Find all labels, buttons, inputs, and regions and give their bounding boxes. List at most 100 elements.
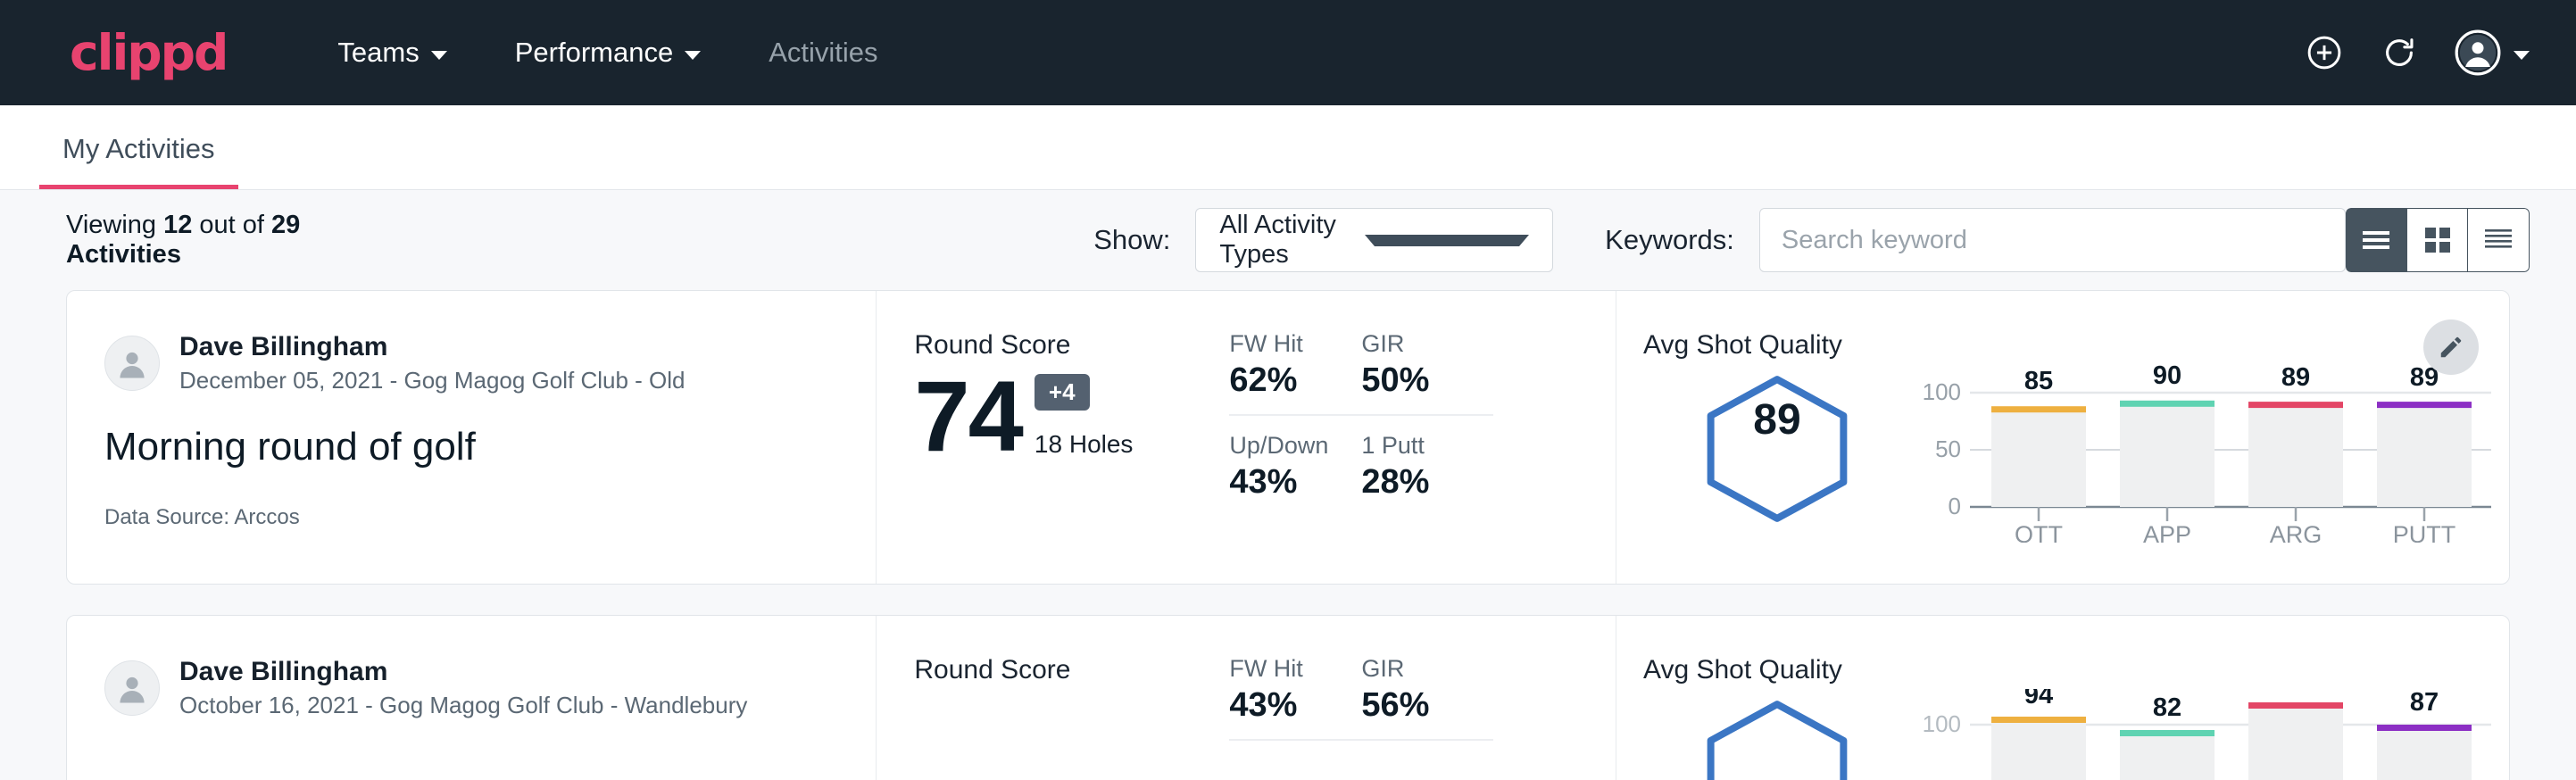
- activity-meta: October 16, 2021 - Gog Magog Golf Club -…: [179, 689, 747, 721]
- svg-text:90: 90: [2153, 364, 2181, 390]
- stat-one-putt-label: 1 Putt: [1361, 432, 1472, 460]
- ytick-100: 100: [1923, 378, 1961, 405]
- list-view-icon: [2361, 228, 2391, 252]
- round-score-column: Round Score: [877, 616, 1220, 780]
- view-mode-compact-button[interactable]: [2468, 208, 2530, 272]
- refresh-icon[interactable]: [2380, 33, 2419, 72]
- keywords-label: Keywords:: [1605, 224, 1734, 256]
- stat-up-down: Up/Down 43%: [1229, 432, 1361, 502]
- round-stats-column: FW Hit 62% GIR 50% Up/Down 43% 1 Putt 28…: [1220, 291, 1616, 584]
- nav-item-teams-label: Teams: [337, 37, 419, 69]
- activity-author: Dave Billingham October 16, 2021 - Gog M…: [104, 655, 876, 721]
- stat-fw-hit-value: 62%: [1229, 361, 1340, 400]
- quality-hexagon: 89: [1643, 364, 1911, 525]
- svg-text:APP: APP: [2143, 521, 2191, 543]
- activity-info-column: Dave Billingham December 05, 2021 - Gog …: [67, 291, 877, 584]
- edit-activity-button[interactable]: [2423, 319, 2479, 375]
- nav-item-teams[interactable]: Teams: [303, 37, 480, 69]
- app-logo[interactable]: clippd: [70, 29, 227, 78]
- tab-bar: My Activities: [0, 105, 2576, 190]
- stat-fw-hit-value: 43%: [1229, 686, 1340, 725]
- chevron-down-icon: [2514, 51, 2530, 60]
- shot-quality-chart: 100 50 0 85 OTT: [1911, 364, 2509, 547]
- svg-text:OTT: OTT: [2015, 521, 2063, 543]
- avg-shot-quality-body: 100 94 82 106 87: [1643, 689, 2509, 780]
- filter-toolbar: Viewing 12 out of 29 Activities Show: Al…: [0, 190, 2576, 290]
- round-score-row: 74 +4 18 Holes: [914, 369, 1220, 464]
- activity-data-source: Data Source: Arccos: [104, 505, 876, 530]
- round-score-label: Round Score: [914, 330, 1220, 361]
- viewing-prefix: Viewing: [66, 211, 163, 239]
- stat-fw-hit-label: FW Hit: [1229, 330, 1340, 358]
- round-score-value: 74: [914, 369, 1022, 464]
- quality-hexagon: [1643, 689, 1911, 780]
- activity-type-select[interactable]: All Activity Types: [1195, 208, 1553, 272]
- avg-shot-quality-label: Avg Shot Quality: [1643, 655, 2509, 685]
- stat-up-down-label: Up/Down: [1229, 432, 1340, 460]
- activity-type-select-value: All Activity Types: [1219, 211, 1364, 270]
- chevron-down-icon: [431, 51, 447, 60]
- viewing-summary: Viewing 12 out of 29 Activities: [66, 211, 378, 270]
- tab-my-activities[interactable]: My Activities: [39, 133, 238, 189]
- viewing-middle: out of: [192, 211, 271, 239]
- nav-item-activities-label: Activities: [769, 37, 877, 69]
- viewing-count: 12: [163, 211, 192, 239]
- top-navigation-bar: clippd Teams Performance Activities: [0, 0, 2576, 105]
- search-input[interactable]: [1759, 208, 2346, 272]
- hexagon-icon: [1697, 698, 1857, 780]
- nav-item-performance-label: Performance: [515, 37, 673, 69]
- view-mode-toggle-group: [2346, 208, 2530, 272]
- holes-played: 18 Holes: [1035, 430, 1134, 459]
- ytick-100: 100: [1923, 710, 1961, 737]
- activity-card[interactable]: Dave Billingham October 16, 2021 - Gog M…: [66, 615, 2510, 780]
- stat-one-putt-value: 28%: [1361, 463, 1472, 502]
- svg-text:87: 87: [2410, 689, 2439, 717]
- ytick-50: 50: [1935, 436, 1961, 462]
- svg-text:106: 106: [2274, 689, 2317, 693]
- activity-title: Morning round of golf: [104, 425, 876, 469]
- activity-card-list: Dave Billingham December 05, 2021 - Gog …: [0, 290, 2576, 780]
- stat-fw-hit-label: FW Hit: [1229, 655, 1340, 683]
- plus-circle-icon[interactable]: [2305, 33, 2344, 72]
- avg-shot-quality-label: Avg Shot Quality: [1643, 330, 2509, 361]
- chevron-down-icon: [1365, 235, 1529, 246]
- round-score-column: Round Score 74 +4 18 Holes: [877, 291, 1220, 584]
- shot-quality-chart: 100 94 82 106 87: [1911, 689, 2509, 780]
- pencil-icon: [2438, 334, 2464, 361]
- author-name: Dave Billingham: [179, 655, 747, 689]
- round-stats-column: FW Hit 43% GIR 56%: [1220, 616, 1616, 780]
- stat-up-down-value: 43%: [1229, 463, 1340, 502]
- stat-gir: GIR 50%: [1361, 330, 1493, 416]
- avatar: [104, 660, 160, 716]
- stat-gir-label: GIR: [1361, 330, 1472, 358]
- nav-item-activities[interactable]: Activities: [735, 37, 911, 69]
- activity-meta: December 05, 2021 - Gog Magog Golf Club …: [179, 364, 686, 396]
- show-label: Show:: [1093, 224, 1170, 256]
- author-name: Dave Billingham: [179, 330, 686, 364]
- avg-shot-quality-column: Avg Shot Quality 100 94: [1616, 616, 2509, 780]
- nav-item-performance[interactable]: Performance: [481, 37, 735, 69]
- round-score-side: +4 18 Holes: [1035, 374, 1134, 464]
- author-text: Dave Billingham December 05, 2021 - Gog …: [179, 330, 686, 396]
- chevron-down-icon: [685, 51, 701, 60]
- quality-hexagon-value: 89: [1643, 364, 1911, 475]
- stat-fw-hit: FW Hit 43%: [1229, 655, 1361, 741]
- round-score-label: Round Score: [914, 655, 1220, 685]
- stat-gir: GIR 56%: [1361, 655, 1493, 741]
- stat-gir-label: GIR: [1361, 655, 1472, 683]
- svg-text:PUTT: PUTT: [2393, 521, 2456, 543]
- stat-gir-value: 50%: [1361, 361, 1472, 400]
- view-mode-grid-button[interactable]: [2407, 208, 2469, 272]
- view-mode-list-button[interactable]: [2346, 208, 2407, 272]
- score-differential-badge: +4: [1035, 374, 1090, 411]
- compact-list-view-icon: [2483, 228, 2514, 253]
- svg-text:89: 89: [2281, 364, 2310, 392]
- avatar: [104, 336, 160, 391]
- svg-text:94: 94: [2024, 689, 2053, 709]
- account-avatar-icon: [2455, 29, 2501, 76]
- svg-text:ARG: ARG: [2270, 521, 2323, 543]
- activity-card[interactable]: Dave Billingham December 05, 2021 - Gog …: [66, 290, 2510, 585]
- shot-quality-bar-chart: 100 50 0 85 OTT: [1920, 364, 2509, 543]
- account-menu[interactable]: [2455, 29, 2530, 76]
- stat-gir-value: 56%: [1361, 686, 1472, 725]
